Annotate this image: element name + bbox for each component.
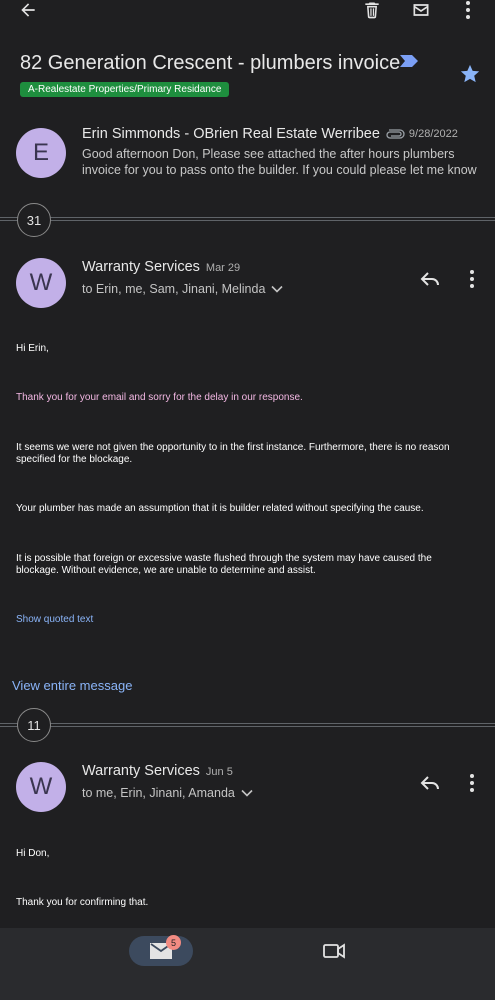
sender-name: Warranty Services xyxy=(82,763,200,779)
attachment-icon xyxy=(386,129,405,139)
message-header[interactable]: Warranty Services Mar 29 to Erin, me, Sa… xyxy=(82,259,382,296)
message-more-button[interactable] xyxy=(464,772,480,794)
collapsed-divider xyxy=(0,723,495,727)
message-paragraph: Thank you for your email and sorry for t… xyxy=(16,392,303,403)
show-quoted-text-link[interactable]: Show quoted text xyxy=(16,614,466,626)
important-marker-icon[interactable] xyxy=(400,54,418,68)
email-subject: 82 Generation Crescent - plumbers invoic… xyxy=(20,52,401,74)
avatar[interactable]: W xyxy=(16,762,66,812)
bottom-navigation xyxy=(0,928,495,1000)
sender-name: Erin Simmonds - OBrien Real Estate Werri… xyxy=(82,126,380,142)
reply-button[interactable] xyxy=(418,268,442,290)
message-date: 9/28/2022 xyxy=(408,128,458,140)
mail-icon xyxy=(413,4,429,16)
recipients-line: to me, Erin, Jinani, Amanda xyxy=(82,786,235,800)
message-paragraph: Your plumber has made an assumption that… xyxy=(16,503,424,514)
more-vert-icon xyxy=(470,774,474,792)
avatar[interactable]: E xyxy=(16,128,66,178)
message-header[interactable]: Warranty Services Jun 5 to me, Erin, Jin… xyxy=(82,763,382,800)
collapsed-count-button[interactable]: 11 xyxy=(17,708,51,742)
mark-unread-button[interactable] xyxy=(406,0,436,22)
label-chip[interactable]: A-Realestate Properties/Primary Residanc… xyxy=(20,82,230,97)
avatar[interactable]: W xyxy=(16,258,66,308)
more-options-button[interactable] xyxy=(458,0,478,22)
message-paragraph: It is possible that foreign or excessive… xyxy=(16,553,432,576)
message-header[interactable]: Erin Simmonds - OBrien Real Estate Werri… xyxy=(82,126,482,177)
chevron-down-icon[interactable] xyxy=(241,789,253,797)
unread-count-badge: 5 xyxy=(166,935,181,950)
collapsed-divider xyxy=(0,217,495,221)
more-vert-icon xyxy=(466,1,470,19)
star-button[interactable] xyxy=(458,62,482,86)
trash-icon xyxy=(365,2,379,19)
back-arrow-icon xyxy=(21,3,35,17)
meet-tab[interactable] xyxy=(320,938,348,964)
reply-button[interactable] xyxy=(418,772,442,794)
chevron-down-icon[interactable] xyxy=(271,285,283,293)
collapsed-count-button[interactable]: 31 xyxy=(17,203,51,237)
reply-icon xyxy=(420,776,439,790)
message-paragraph: It seems we were not given the opportuni… xyxy=(16,442,450,465)
view-entire-message-link[interactable]: View entire message xyxy=(12,678,132,693)
message-paragraph: Thank you for confirming that. xyxy=(16,897,149,908)
more-vert-icon xyxy=(470,270,474,288)
reply-icon xyxy=(420,272,439,286)
message-more-button[interactable] xyxy=(464,268,480,290)
message-snippet: Good afternoon Don, Please see attached … xyxy=(82,147,477,177)
mail-tab[interactable] xyxy=(129,936,193,966)
video-camera-icon xyxy=(323,943,345,959)
recipients-line: to Erin, me, Sam, Jinani, Melinda xyxy=(82,282,266,296)
sender-name: Warranty Services xyxy=(82,259,200,275)
message-greeting: Hi Don, xyxy=(16,848,50,859)
back-button[interactable] xyxy=(12,0,44,22)
message-date: Mar 29 xyxy=(205,262,241,274)
delete-button[interactable] xyxy=(358,0,386,22)
message-greeting: Hi Erin, xyxy=(16,343,49,354)
star-icon xyxy=(460,64,480,83)
message-date: Jun 5 xyxy=(205,766,233,778)
